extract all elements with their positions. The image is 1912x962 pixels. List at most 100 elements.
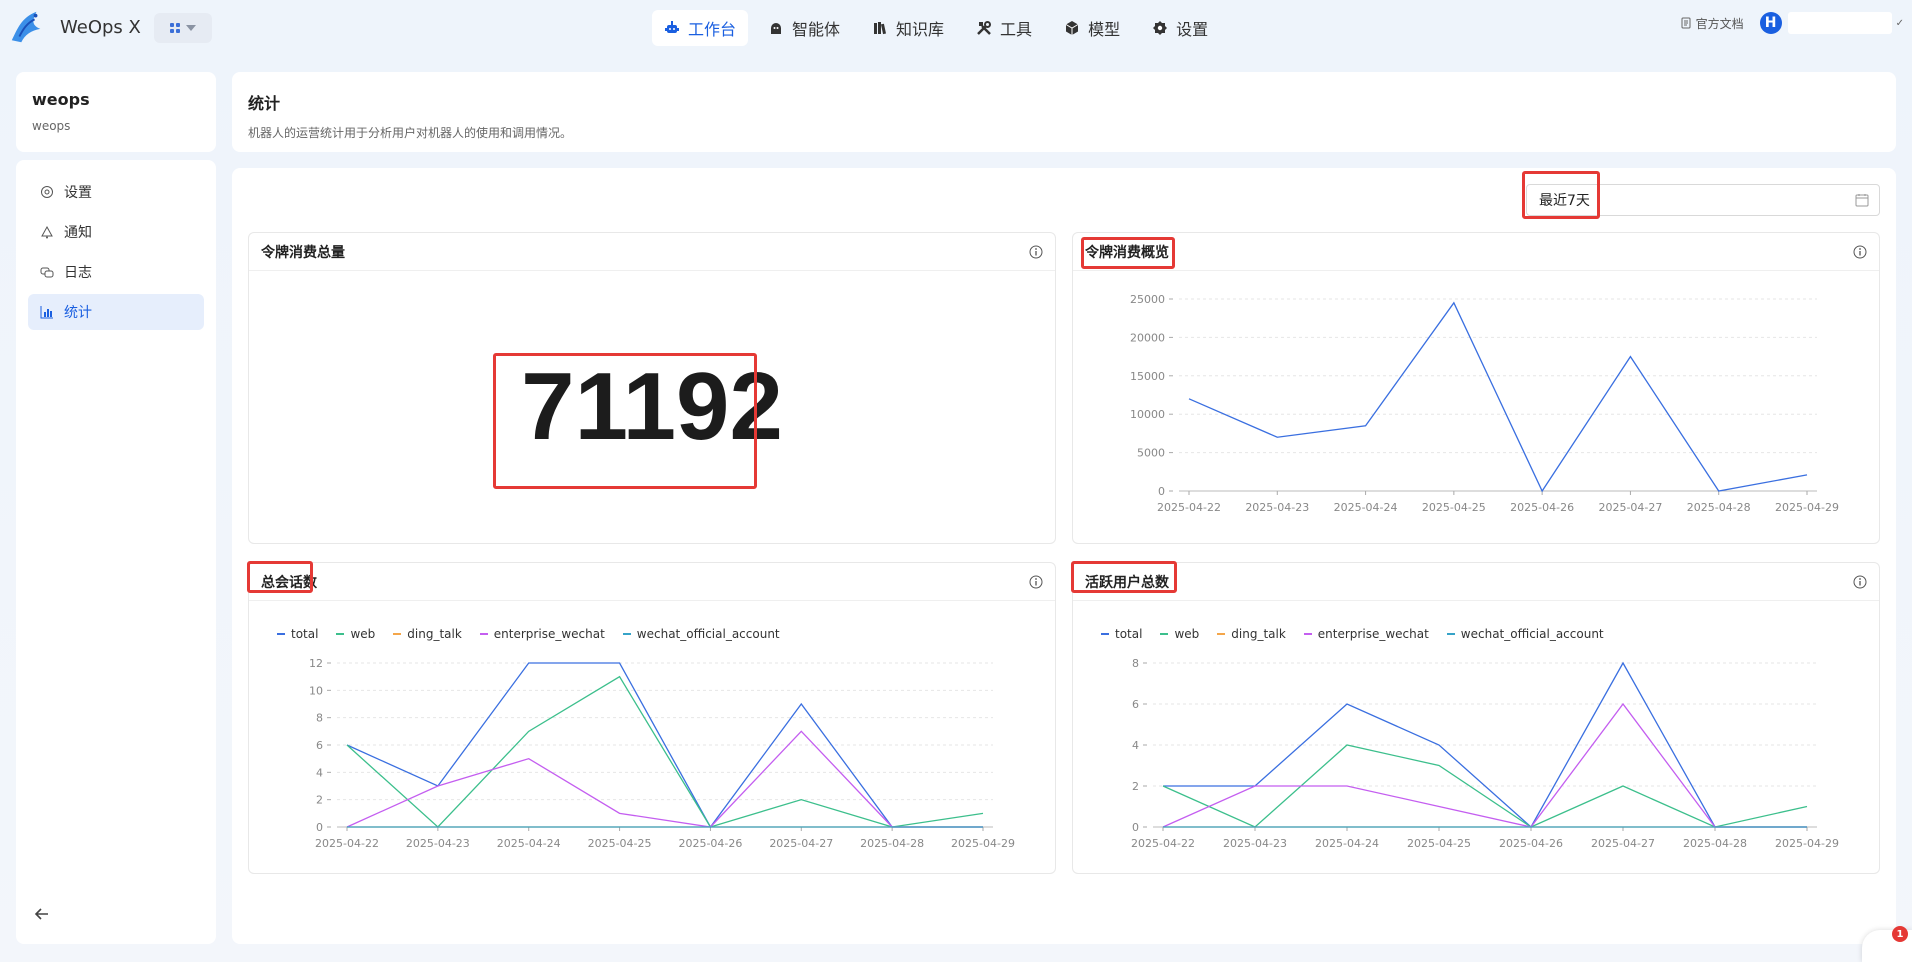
legend-label: web [350, 627, 376, 641]
nav-item-agents[interactable]: 智能体 [756, 10, 852, 46]
arrow-left-icon[interactable] [32, 904, 52, 924]
bell-icon [41, 225, 53, 239]
info-icon[interactable] [1029, 575, 1043, 589]
sidebar-item-label: 通知 [64, 225, 92, 241]
info-icon[interactable] [1853, 245, 1867, 259]
nav-item-models[interactable]: 模型 [1052, 10, 1132, 46]
date-range-picker[interactable]: 最近7天 [1526, 184, 1880, 216]
top-bar: WeOps X 工作台 智能体 知识库 工具 模型 设置 官方文档 H ✓ [0, 0, 1912, 56]
user-avatar[interactable]: H [1759, 12, 1782, 34]
token-total-value: 71192 [521, 353, 783, 460]
y-tick-label: 0 [316, 821, 323, 834]
chart-legend: total web ding_talk enterprise_wechat we… [1101, 627, 1604, 641]
nav-item-tools[interactable]: 工具 [964, 10, 1044, 46]
y-tick-label: 4 [316, 766, 323, 779]
x-tick-label: 2025-04-26 [678, 837, 742, 850]
info-icon[interactable] [1853, 575, 1867, 589]
nav-item-label: 工作台 [688, 20, 737, 39]
y-tick-label: 4 [1132, 739, 1139, 752]
chevron-down-icon [186, 25, 196, 31]
chevron-down-icon[interactable]: ✓ [1896, 18, 1904, 29]
x-tick-label: 2025-04-25 [1422, 501, 1486, 514]
user-name-field[interactable] [1787, 12, 1892, 34]
nav-item-label: 知识库 [896, 20, 945, 39]
legend-item[interactable]: web [1160, 627, 1199, 641]
sidebar-item-notifications[interactable]: 通知 [28, 214, 204, 250]
nav-item-label: 智能体 [792, 20, 841, 39]
date-range-value: 最近7天 [1539, 193, 1590, 209]
legend-item[interactable]: wechat_official_account [622, 627, 780, 641]
x-tick-label: 2025-04-22 [1131, 837, 1195, 850]
main-nav: 工作台 智能体 知识库 工具 模型 设置 [652, 10, 1220, 46]
statistics-content: 最近7天 令牌消费总量 71192 令牌消费概览 0 5000 10000 15000… [232, 168, 1896, 944]
books-icon [874, 22, 887, 35]
legend-label: web [1174, 627, 1200, 641]
panel-header: 令牌消费总量 [249, 233, 1055, 271]
nav-item-label: 设置 [1176, 20, 1209, 39]
sidebar-item-label: 设置 [64, 185, 92, 201]
legend-item[interactable]: wechat_official_account [1446, 627, 1604, 641]
x-tick-label: 2025-04-28 [1687, 501, 1751, 514]
x-tick-label: 2025-04-27 [1598, 501, 1662, 514]
legend-item[interactable]: web [336, 627, 375, 641]
brand[interactable]: WeOps X [8, 8, 141, 46]
y-tick-label: 6 [1132, 698, 1139, 711]
x-tick-label: 2025-04-29 [1775, 501, 1839, 514]
x-tick-label: 2025-04-23 [1223, 837, 1287, 850]
sidebar-item-statistics[interactable]: 统计 [28, 294, 204, 330]
y-tick-label: 8 [316, 712, 323, 725]
legend-item[interactable]: total [1101, 627, 1142, 641]
legend-label: ding_talk [1231, 627, 1286, 641]
legend-label: enterprise_wechat [1317, 627, 1429, 641]
sidebar-menu: 设置 通知 日志 统计 [16, 160, 216, 944]
x-tick-label: 2025-04-27 [769, 837, 833, 850]
chart-legend: total web ding_talk enterprise_wechat we… [277, 627, 780, 641]
legend-item[interactable]: enterprise_wechat [479, 627, 605, 641]
x-tick-label: 2025-04-22 [1157, 501, 1221, 514]
nav-item-knowledge[interactable]: 知识库 [860, 10, 956, 46]
x-tick-label: 2025-04-27 [1591, 837, 1655, 850]
x-tick-label: 2025-04-26 [1499, 837, 1563, 850]
legend-label: ding_talk [407, 627, 462, 641]
legend-item[interactable]: total [277, 627, 318, 641]
official-docs-link[interactable]: 官方文档 [1680, 15, 1744, 32]
y-tick-label: 5000 [1137, 447, 1165, 460]
calendar-icon [1855, 194, 1869, 207]
sidebar-item-logs[interactable]: 日志 [28, 254, 204, 290]
legend-item[interactable]: ding_talk [1217, 627, 1286, 641]
gear-icon [1153, 21, 1168, 35]
bot-name: weops [32, 90, 90, 109]
legend-item[interactable]: enterprise_wechat [1303, 627, 1429, 641]
sidebar-item-label: 日志 [64, 265, 92, 281]
top-right-area: 官方文档 H ✓ [1680, 12, 1912, 34]
x-tick-label: 2025-04-23 [406, 837, 470, 850]
app-switcher-button[interactable] [154, 13, 212, 43]
robot-icon [665, 21, 679, 33]
legend-label: wechat_official_account [1460, 627, 1604, 641]
info-icon[interactable] [1029, 245, 1043, 259]
page-title: 统计 [248, 94, 281, 113]
x-tick-label: 2025-04-28 [860, 837, 924, 850]
active-users-panel: 活跃用户总数 total web ding_talk enterprise_we… [1071, 561, 1880, 874]
cube-icon [1065, 21, 1079, 35]
panel-title: 活跃用户总数 [1085, 574, 1169, 591]
y-tick-label: 12 [309, 657, 323, 670]
apps-grid-icon [170, 23, 180, 33]
x-tick-label: 2025-04-24 [1334, 501, 1398, 514]
x-tick-label: 2025-04-26 [1510, 501, 1574, 514]
legend-item[interactable]: ding_talk [393, 627, 462, 641]
support-chat-button[interactable]: 1 [1862, 926, 1912, 962]
y-tick-label: 0 [1158, 485, 1165, 498]
nav-item-workbench[interactable]: 工作台 [652, 10, 749, 46]
chart-icon [40, 306, 53, 319]
page-header: 统计 机器人的运营统计用于分析用户对机器人的使用和调用情况。 [232, 72, 1896, 152]
nav-item-settings[interactable]: 设置 [1140, 10, 1220, 46]
document-icon [1681, 17, 1691, 29]
legend-label: total [291, 627, 319, 641]
sidebar-item-settings[interactable]: 设置 [28, 174, 204, 210]
x-tick-label: 2025-04-25 [1407, 837, 1471, 850]
y-tick-label: 15000 [1130, 370, 1165, 383]
legend-label: wechat_official_account [636, 627, 780, 641]
x-tick-label: 2025-04-28 [1683, 837, 1747, 850]
log-icon [40, 267, 54, 278]
